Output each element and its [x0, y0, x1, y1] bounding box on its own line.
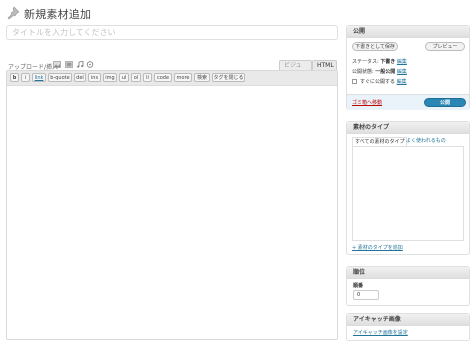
qt-code-button[interactable]: code [154, 73, 172, 82]
qt-lookup-button[interactable]: 検索 [194, 73, 210, 82]
video-icon[interactable] [65, 61, 73, 68]
image-icon[interactable] [53, 61, 61, 68]
material-type-checklist [352, 146, 464, 241]
order-input[interactable]: 0 [353, 290, 379, 300]
qt-italic-button[interactable]: i [21, 73, 30, 82]
qt-li-button[interactable]: li [143, 73, 152, 82]
schedule-edit-link[interactable]: 編集 [397, 79, 407, 85]
publish-box-title: 公開 [347, 26, 469, 38]
page-title: 新規素材追加 [24, 8, 92, 21]
qt-close-tags-button[interactable]: タグを閉じる [212, 73, 245, 82]
tab-html[interactable]: HTML [312, 60, 337, 70]
schedule-label: すぐに公開する [360, 79, 396, 85]
qt-ins-button[interactable]: ins [88, 73, 101, 82]
media-circle-icon[interactable] [86, 61, 94, 68]
featured-image-title: アイキャッチ画像 [347, 314, 469, 326]
set-featured-image-link[interactable]: アイキャッチ画像を設定 [353, 329, 408, 336]
add-material-type-link[interactable]: + 素材のタイプを追加 [352, 244, 403, 251]
qt-ul-button[interactable]: ul [119, 73, 129, 82]
featured-image-box: アイキャッチ画像 アイキャッチ画像を設定 [346, 313, 470, 341]
material-type-tabs: すべての素材のタイプ よく使われるもの [352, 137, 464, 146]
order-box: 順位 順番 0 [346, 266, 470, 306]
qt-img-button[interactable]: img [103, 73, 117, 82]
visibility-value: 一般公開 [375, 69, 396, 75]
publish-box: 公開 下書きとして保存 プレビュー ステータス: 下書き 編集 公開状態: 一般… [346, 25, 470, 110]
tab-all-material-types[interactable]: すべての素材のタイプ [352, 137, 408, 146]
order-box-title: 順位 [347, 267, 469, 279]
status-edit-link[interactable]: 編集 [397, 59, 407, 65]
visibility-row: 公開状態: 一般公開 編集 [352, 68, 407, 75]
order-label: 順番 [353, 283, 364, 289]
status-row: ステータス: 下書き 編集 [352, 58, 407, 65]
qt-link-button[interactable]: link [32, 73, 46, 82]
material-type-title: 素材のタイプ [347, 122, 469, 134]
title-input[interactable] [6, 25, 338, 40]
material-type-box: 素材のタイプ すべての素材のタイプ よく使われるもの + 素材のタイプを追加 [346, 121, 470, 255]
qt-bold-button[interactable]: b [10, 73, 19, 82]
trash-link[interactable]: ゴミ箱へ移動 [352, 99, 382, 106]
visibility-edit-link[interactable]: 編集 [397, 69, 407, 75]
qt-del-button[interactable]: del [74, 73, 86, 82]
calendar-icon [352, 79, 357, 84]
music-icon[interactable] [76, 61, 84, 68]
visibility-label: 公開状態: [352, 69, 374, 75]
qt-ol-button[interactable]: ol [131, 73, 141, 82]
status-value: 下書き [380, 59, 396, 65]
status-label: ステータス: [352, 59, 379, 65]
publish-button[interactable]: 公開 [424, 98, 466, 107]
save-draft-button[interactable]: 下書きとして保存 [352, 42, 398, 51]
pin-icon [7, 6, 20, 20]
quicktags-toolbar: b i link b-quote del ins img ul ol li co… [7, 71, 337, 86]
publish-actions: ゴミ箱へ移動 公開 [347, 94, 469, 110]
schedule-row: すぐに公開する 編集 [360, 78, 407, 85]
tab-popular-material-types[interactable]: よく使われるもの [404, 137, 448, 146]
qt-more-button[interactable]: more [174, 73, 192, 82]
content-editor[interactable] [6, 70, 338, 340]
qt-blockquote-button[interactable]: b-quote [48, 73, 72, 82]
preview-button[interactable]: プレビュー [425, 42, 465, 51]
tab-visual[interactable]: ビジュアル [279, 60, 312, 79]
